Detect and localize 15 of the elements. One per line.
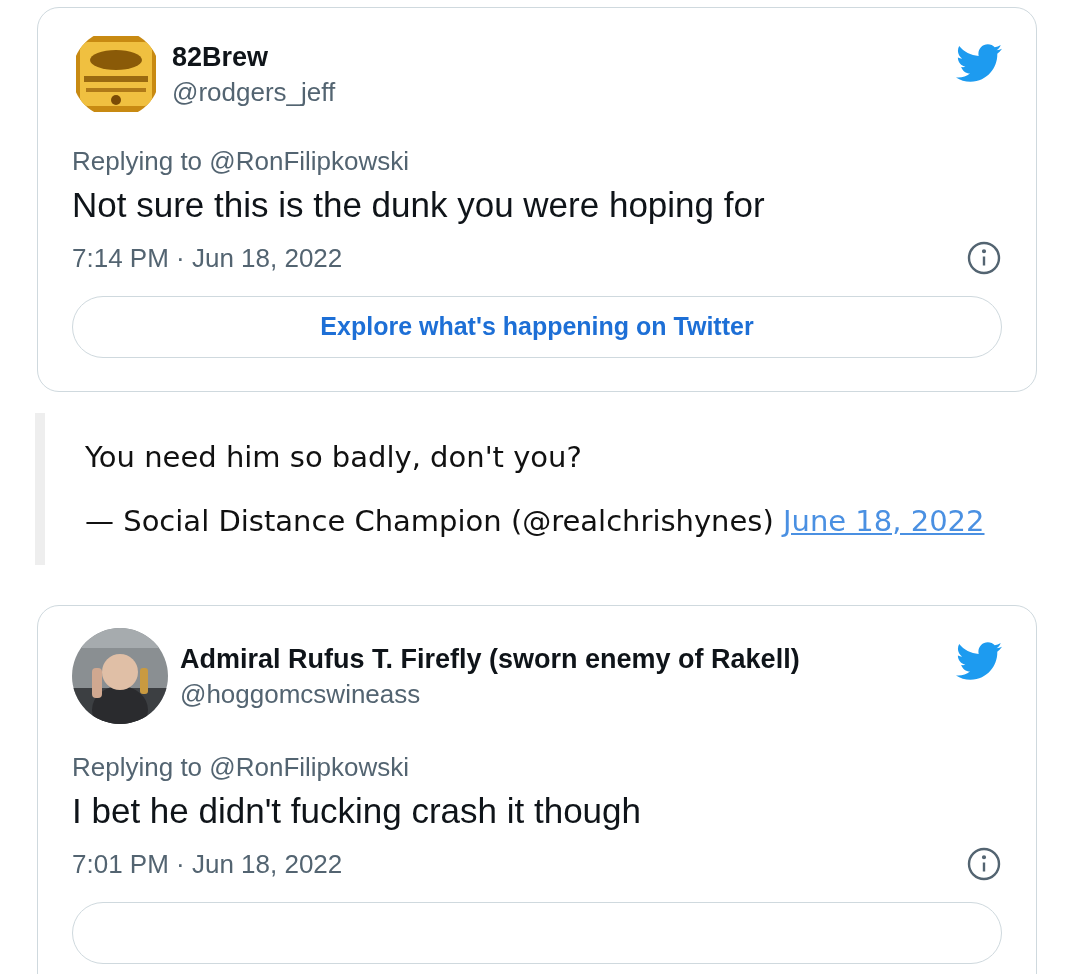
replying-to: Replying to @RonFilipkowski	[72, 751, 411, 784]
tweet-timestamp[interactable]: 7:14 PM · Jun 18, 2022	[72, 241, 966, 275]
user-handle[interactable]: @hoggomcswineass	[180, 677, 800, 711]
user-handle[interactable]: @rodgers_jeff	[172, 75, 336, 109]
tweet-text: Not sure this is the dunk you were hoping for	[72, 184, 766, 226]
quote-attribution: — Social Distance Champion (@realchrishynes)	[85, 504, 774, 538]
date-link[interactable]: June 18, 2022	[783, 504, 985, 538]
tweet-timestamp[interactable]: 7:01 PM · Jun 18, 2022	[72, 847, 966, 881]
info-icon[interactable]	[966, 846, 1002, 882]
quote-text: You need him so badly, don't you?	[85, 439, 583, 476]
tweet-text: I bet he didn't fucking crash it though	[72, 790, 642, 832]
replying-to: Replying to @RonFilipkowski	[72, 145, 411, 178]
info-icon[interactable]	[966, 240, 1002, 276]
display-name[interactable]: 82Brew	[172, 39, 336, 75]
display-name[interactable]: Admiral Rufus T. Firefly (sworn enemy of Rakell)	[180, 641, 800, 677]
